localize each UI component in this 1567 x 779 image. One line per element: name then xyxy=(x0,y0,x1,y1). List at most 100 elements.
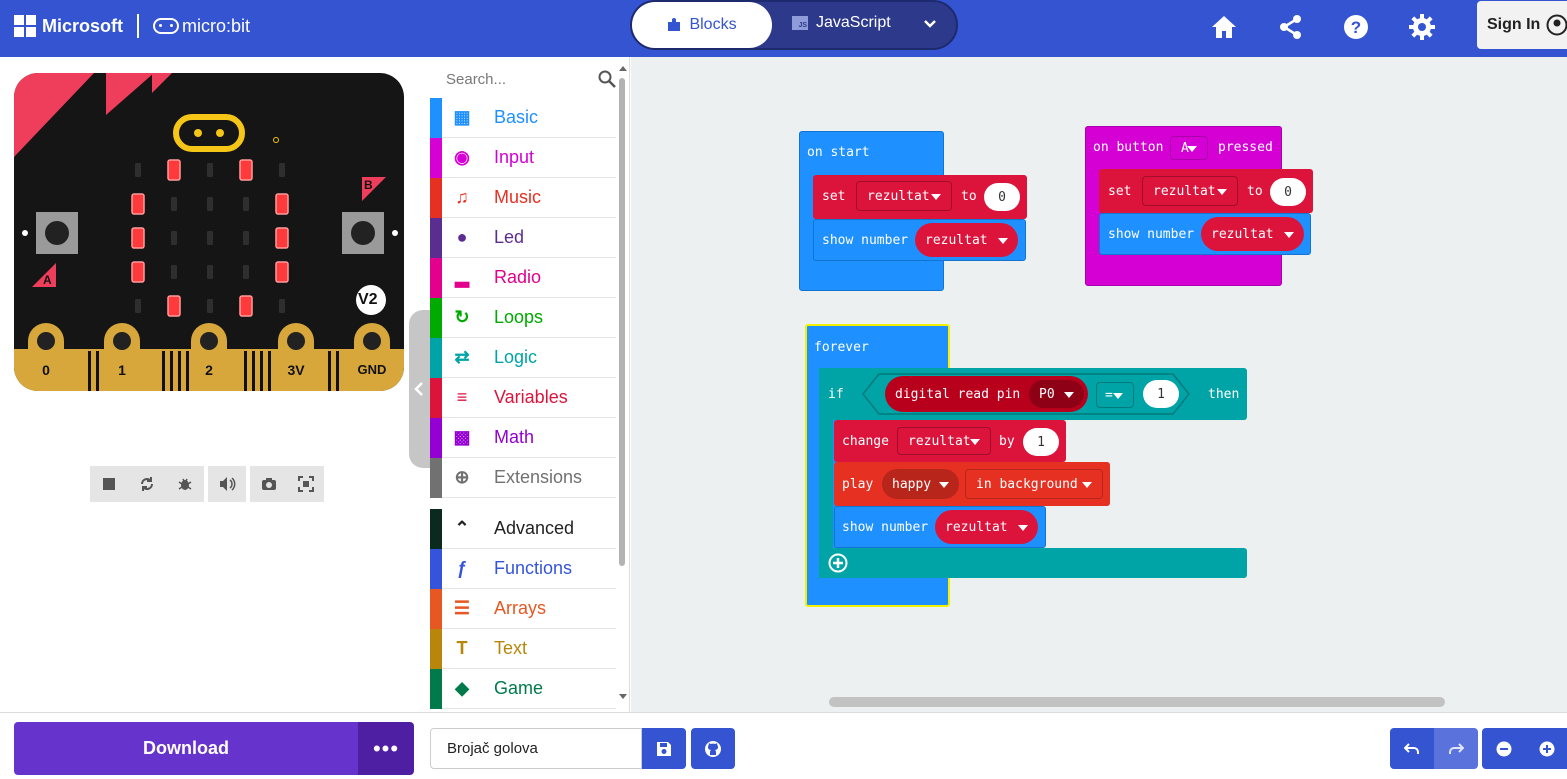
save-icon xyxy=(657,741,671,756)
project-name-input[interactable]: Brojač golova xyxy=(430,728,642,769)
category-label: Math xyxy=(494,427,535,447)
toolbox-category-loops[interactable]: ↻ Loops xyxy=(430,297,616,338)
debug-icon[interactable] xyxy=(176,475,194,493)
category-label: Advanced xyxy=(494,518,575,538)
toolbox-category-logic[interactable]: ⇄ Logic xyxy=(430,337,616,378)
pin-gnd-label[interactable]: GND xyxy=(350,362,394,377)
show-number-keyword: show number xyxy=(1108,227,1195,242)
toolbox-scrollbar[interactable] xyxy=(619,78,625,566)
toolbox-category-math[interactable]: ▩ Math xyxy=(430,417,616,458)
scroll-down-icon[interactable] xyxy=(618,693,628,701)
screenshot-icon[interactable] xyxy=(260,475,278,493)
variable-pill[interactable]: rezultat xyxy=(935,510,1038,544)
save-button[interactable] xyxy=(642,728,686,769)
chevron-down-icon[interactable] xyxy=(922,16,938,32)
pin-1-label[interactable]: 1 xyxy=(104,362,140,378)
toolbox-category-game[interactable]: ◆ Game xyxy=(430,668,616,709)
undo-button[interactable] xyxy=(1390,728,1434,769)
number-input[interactable]: 0 xyxy=(1270,178,1306,206)
led-0-1 xyxy=(167,159,181,181)
toolbox-category-basic[interactable]: ▦ Basic xyxy=(430,97,616,138)
toolbox-category-variables[interactable]: ≡ Variables xyxy=(430,377,616,418)
pin-3v-label[interactable]: 3V xyxy=(278,362,314,378)
toolbox-category-arrays[interactable]: ☰ Arrays xyxy=(430,588,616,629)
product-label: micro:bit xyxy=(182,15,251,36)
sound-dropdown[interactable]: happy xyxy=(882,469,959,499)
download-more-button[interactable]: ••• xyxy=(358,722,414,775)
category-label: Input xyxy=(494,147,535,167)
toolbox-category-functions[interactable]: ƒ Functions xyxy=(430,548,616,589)
settings-icon[interactable] xyxy=(1407,12,1437,42)
led-2-4 xyxy=(275,227,289,249)
extensions-icon: ⊕ xyxy=(454,467,470,487)
zoom-out-button[interactable] xyxy=(1482,728,1526,769)
help-icon[interactable]: ? xyxy=(1341,12,1371,42)
search-input[interactable]: Search... xyxy=(446,71,506,88)
category-label: Radio xyxy=(494,267,542,287)
play-mode-dropdown[interactable]: in background xyxy=(965,469,1103,499)
button-b[interactable] xyxy=(342,212,384,254)
led-0-0 xyxy=(135,163,141,177)
show-number-keyword: show number xyxy=(822,233,909,248)
toolbox-category-input[interactable]: ◉ Input xyxy=(430,137,616,178)
variable-dropdown[interactable]: rezultat xyxy=(856,181,952,211)
brand[interactable]: Microsoft micro:bit xyxy=(14,14,250,38)
variable-pill[interactable]: rezultat xyxy=(1201,217,1304,251)
button-dropdown[interactable]: A xyxy=(1170,136,1208,160)
share-icon[interactable] xyxy=(1276,12,1306,42)
category-label: Arrays xyxy=(494,598,547,618)
home-icon[interactable] xyxy=(1209,12,1239,42)
number-input[interactable]: 0 xyxy=(984,183,1020,211)
restart-icon[interactable] xyxy=(138,475,156,493)
toolbox-category-extensions[interactable]: ⊕ Extensions xyxy=(430,457,616,498)
zoom-out-icon xyxy=(1496,741,1512,756)
variable-dropdown[interactable]: rezultat xyxy=(1142,176,1238,206)
tab-javascript[interactable]: JS JavaScript xyxy=(792,14,891,32)
redo-button[interactable] xyxy=(1434,728,1478,769)
scroll-up-icon[interactable] xyxy=(618,64,628,72)
operator-dropdown[interactable]: = xyxy=(1096,382,1134,408)
zoom-in-button[interactable] xyxy=(1526,728,1567,769)
category-label: Game xyxy=(494,678,544,698)
toolbox-category-led[interactable]: ● Led xyxy=(430,217,616,258)
search-icon[interactable] xyxy=(598,70,616,88)
fullscreen-icon[interactable] xyxy=(297,475,315,493)
variable-pill[interactable]: rezultat xyxy=(915,223,1018,257)
toolbox-category-music[interactable]: ♫ Music xyxy=(430,177,616,218)
sim-controls-group-1 xyxy=(90,466,204,502)
top-bar: Microsoft micro:bit Blocks JS JavaScript… xyxy=(0,0,1567,57)
category-label: Extensions xyxy=(494,467,583,487)
workspace-horizontal-scrollbar[interactable] xyxy=(829,697,1445,707)
led-4-0 xyxy=(135,299,141,313)
compare-value-input[interactable]: 1 xyxy=(1143,380,1179,408)
to-keyword: to xyxy=(961,189,977,204)
pin-2-label[interactable]: 2 xyxy=(191,362,227,378)
forever-label: forever xyxy=(814,340,869,355)
microbit-logo-icon xyxy=(153,18,179,34)
pin-0-label[interactable]: 0 xyxy=(28,362,64,378)
led-4-3 xyxy=(239,295,253,317)
add-else-icon[interactable] xyxy=(828,553,848,573)
toolbox-search[interactable]: Search... xyxy=(440,61,622,97)
category-color-bar xyxy=(430,177,442,218)
change-keyword: change xyxy=(842,434,889,449)
led-3-3 xyxy=(243,265,249,279)
sound-icon[interactable] xyxy=(218,475,236,493)
button-a[interactable] xyxy=(36,212,78,254)
download-button[interactable]: Download xyxy=(14,722,358,775)
pin-dropdown[interactable]: P0 xyxy=(1029,380,1084,408)
toolbox-category-radio[interactable]: ▂ Radio xyxy=(430,257,616,298)
collapse-simulator-handle[interactable] xyxy=(409,310,431,468)
sign-in-button[interactable]: Sign In xyxy=(1477,1,1567,49)
download-label: Download xyxy=(143,738,229,758)
tab-blocks[interactable]: Blocks xyxy=(632,2,772,48)
stop-icon[interactable] xyxy=(100,475,118,493)
variable-dropdown[interactable]: rezultat xyxy=(897,427,991,455)
github-button[interactable] xyxy=(691,728,735,769)
toolbox-category-text[interactable]: T Text xyxy=(430,628,616,669)
led-3-0 xyxy=(131,261,145,283)
change-value-input[interactable]: 1 xyxy=(1023,428,1059,456)
toolbox-category-advanced[interactable]: ⌃ Advanced xyxy=(430,508,616,549)
chevron-left-icon xyxy=(414,382,423,396)
category-label: Logic xyxy=(494,347,538,367)
